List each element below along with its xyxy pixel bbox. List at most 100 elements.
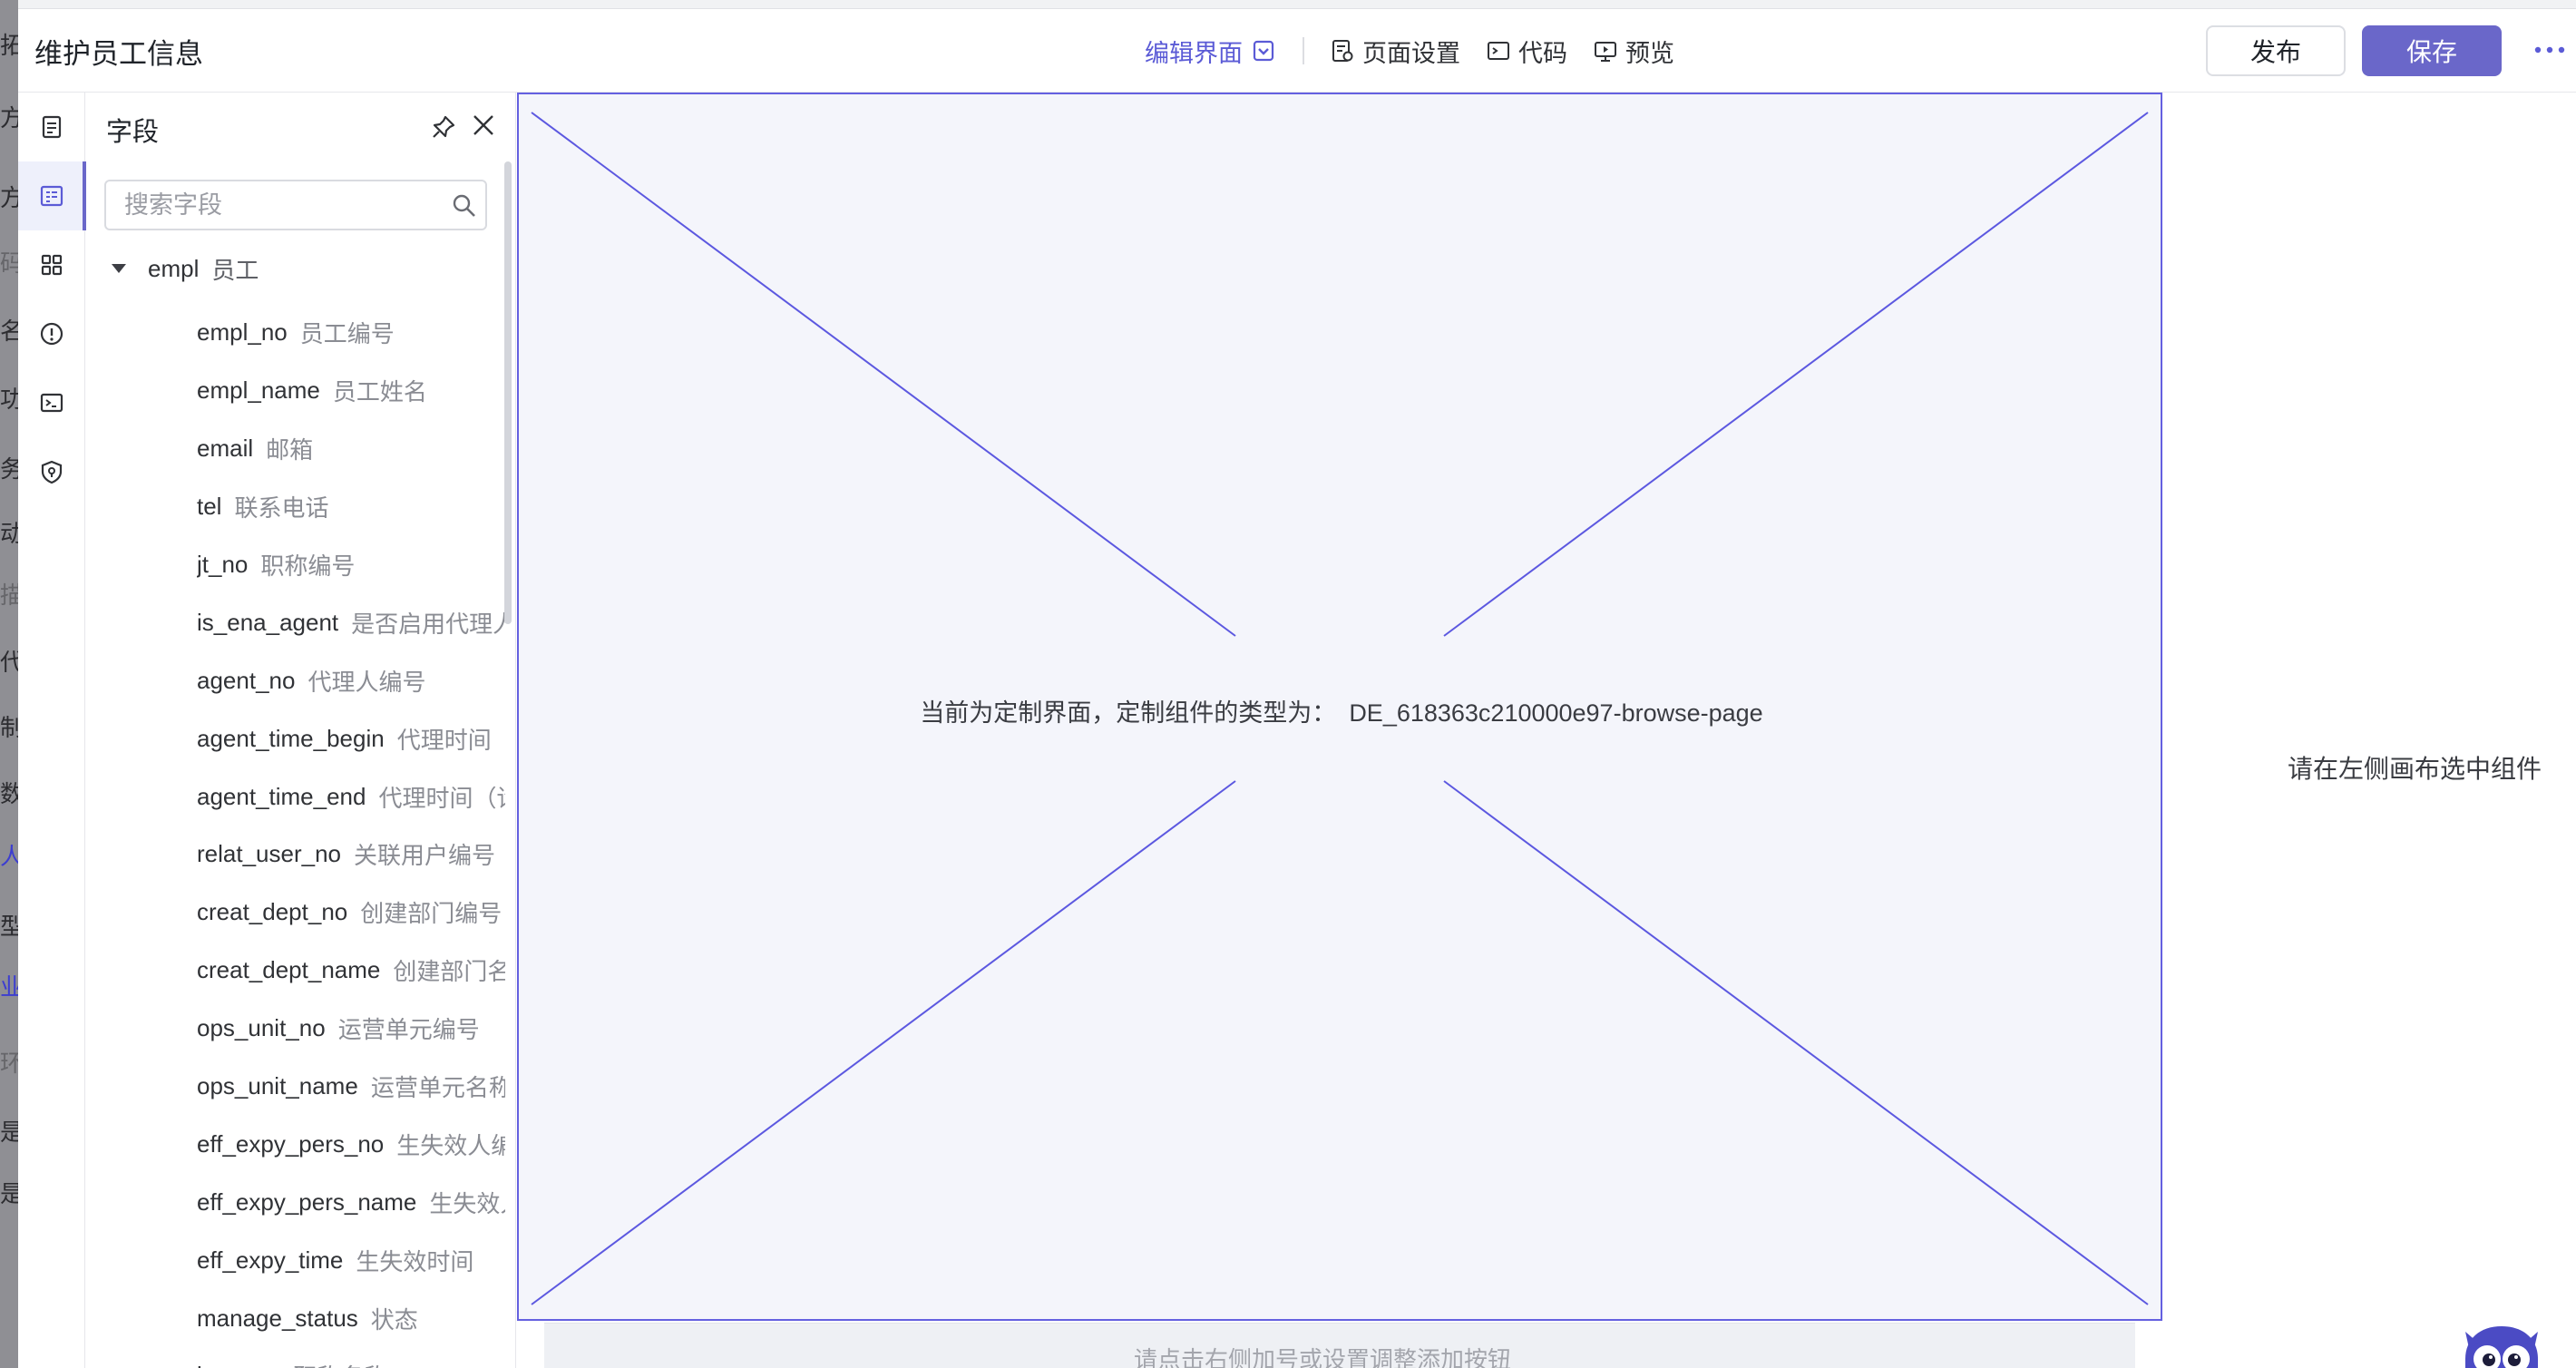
field-item[interactable]: email 邮箱 xyxy=(197,420,505,478)
background-text-fragment: 码 xyxy=(0,249,18,277)
rail-components-button[interactable] xyxy=(18,230,85,299)
field-item[interactable]: empl_name 员工姓名 xyxy=(197,362,505,420)
field-name: eff_expy_pers_no xyxy=(197,1129,385,1158)
background-text-fragment: 是 xyxy=(0,1180,18,1207)
field-name: empl_name xyxy=(197,376,320,405)
field-item[interactable]: tel 联系电话 xyxy=(197,478,505,536)
tab-code-label: 代码 xyxy=(1518,39,1567,67)
search-icon[interactable] xyxy=(451,192,478,220)
tab-preview-label: 预览 xyxy=(1625,39,1674,67)
field-label: 运营单元编号 xyxy=(337,1016,480,1044)
background-text-fragment: 方 xyxy=(0,104,18,132)
tab-preview[interactable]: 预览 xyxy=(1593,34,1674,69)
field-item[interactable]: eff_expy_pers_no 生失效人编 xyxy=(197,1115,505,1173)
field-name: agent_time_end xyxy=(197,782,366,810)
tree-node-name: empl xyxy=(148,254,200,282)
custom-component-type: DE_618363c210000e97-browse-page xyxy=(1349,699,1763,727)
terminal-icon xyxy=(40,393,63,413)
design-canvas: 当前为定制界面，定制组件的类型为： DE_618363c210000e97-bro… xyxy=(517,93,2164,1368)
field-name: ops_unit_name xyxy=(197,1072,358,1100)
background-text-fragment: 代 xyxy=(0,649,18,676)
field-label: 职称编号 xyxy=(260,552,356,580)
field-item[interactable]: jt_name 职称名称 xyxy=(197,1347,505,1368)
field-item[interactable]: ops_unit_no 运营单元编号 xyxy=(197,1000,505,1058)
outline-icon xyxy=(42,115,62,139)
field-item[interactable]: eff_expy_pers_name 生失效人 xyxy=(197,1173,505,1231)
background-text-fragment: 制 xyxy=(0,714,18,741)
pin-panel-button[interactable] xyxy=(427,111,460,143)
background-text-fragment: 是 xyxy=(0,1119,18,1146)
field-label: 创建部门名 xyxy=(393,958,505,986)
components-icon xyxy=(41,254,63,276)
field-name: manage_status xyxy=(197,1304,358,1332)
field-name: email xyxy=(197,435,254,463)
tab-code[interactable]: 代码 xyxy=(1486,34,1567,69)
field-item[interactable]: is_ena_agent 是否启用代理人 xyxy=(197,593,505,651)
background-text-fragment: 动 xyxy=(0,520,18,547)
field-label: 生失效人编 xyxy=(396,1131,505,1159)
field-search-box xyxy=(104,180,487,230)
fields-icon xyxy=(40,185,63,207)
field-name: jt_no xyxy=(197,551,249,578)
save-button[interactable]: 保存 xyxy=(2362,25,2502,76)
field-item[interactable]: relat_user_no 关联用户编号 xyxy=(197,826,505,884)
field-name: tel xyxy=(197,493,222,521)
more-dots-icon xyxy=(2534,46,2565,54)
background-text-fragment: 描 xyxy=(0,581,18,609)
field-item[interactable]: eff_expy_time 生失效时间 xyxy=(197,1231,505,1289)
rail-fields-button[interactable] xyxy=(18,161,86,230)
publish-button[interactable]: 发布 xyxy=(2206,25,2346,76)
field-item[interactable]: empl_no 员工编号 xyxy=(197,304,505,362)
field-item[interactable]: agent_time_end 代理时间（讫 xyxy=(197,767,505,826)
tab-edit-interface-label: 编辑界面 xyxy=(1145,39,1243,67)
field-panel-scrollbar[interactable] xyxy=(504,161,512,624)
field-label: 代理时间（讫 xyxy=(378,784,505,812)
custom-component-placeholder[interactable]: 当前为定制界面，定制组件的类型为： DE_618363c210000e97-bro… xyxy=(517,93,2162,1321)
caret-down-icon[interactable] xyxy=(112,264,126,273)
background-text-fragment: 数 xyxy=(0,780,18,807)
background-text-fragment: 拓 xyxy=(0,32,18,59)
field-label: 代理时间 xyxy=(396,726,492,754)
rail-permission-button[interactable] xyxy=(18,437,85,506)
close-panel-button[interactable] xyxy=(467,109,500,142)
rail-terminal-button[interactable] xyxy=(18,368,85,437)
field-item[interactable]: agent_no 代理人编号 xyxy=(197,651,505,709)
left-icon-rail xyxy=(18,93,86,1368)
field-name: agent_time_begin xyxy=(197,724,385,752)
background-text-fragment: 业 xyxy=(0,973,18,1001)
field-item[interactable]: ops_unit_name 运营单元名称 xyxy=(197,1058,505,1116)
page-settings-icon xyxy=(1332,40,1353,62)
field-item[interactable]: manage_status 状态 xyxy=(197,1289,505,1347)
field-item[interactable]: agent_time_begin 代理时间 xyxy=(197,709,505,767)
field-item[interactable]: jt_no 职称编号 xyxy=(197,536,505,594)
background-text-fragment: 环 xyxy=(0,1050,18,1077)
rail-alert-button[interactable] xyxy=(18,299,85,368)
tree-node-empl[interactable]: empl 员工 xyxy=(112,249,259,288)
close-icon xyxy=(473,115,493,135)
field-label: 联系电话 xyxy=(234,494,329,523)
field-item[interactable]: creat_dept_no 创建部门编号 xyxy=(197,884,505,942)
properties-empty-hint: 请在左侧画布选中组件 xyxy=(2288,755,2542,783)
field-label: 是否启用代理人 xyxy=(351,610,505,638)
assistant-owl-button[interactable] xyxy=(2460,1323,2543,1368)
field-item[interactable]: creat_dept_name 创建部门名 xyxy=(197,942,505,1000)
page-title: 维护员工信息 xyxy=(34,38,203,70)
field-name: eff_expy_time xyxy=(197,1246,344,1274)
tab-page-settings[interactable]: 页面设置 xyxy=(1330,34,1460,69)
field-name: jt_name xyxy=(197,1362,281,1368)
field-name: agent_no xyxy=(197,666,296,694)
background-text-fragment: 功 xyxy=(0,386,18,413)
field-name: is_ena_agent xyxy=(197,608,339,636)
rail-outline-button[interactable] xyxy=(18,93,85,161)
field-name: creat_dept_name xyxy=(197,956,381,984)
tab-edit-interface[interactable]: 编辑界面 xyxy=(1145,34,1275,69)
custom-interface-message: 当前为定制界面，定制组件的类型为： DE_618363c210000e97-bro… xyxy=(519,693,2164,728)
field-search-input[interactable] xyxy=(106,181,433,229)
tab-page-settings-label: 页面设置 xyxy=(1362,39,1460,67)
more-options-button[interactable] xyxy=(2527,27,2572,73)
tree-node-label: 员工 xyxy=(211,256,259,284)
background-page-strip: 拓方方码名功务动描代制数人型业环是是 xyxy=(0,0,18,1368)
field-label: 代理人编号 xyxy=(307,668,426,696)
owl-mascot-icon xyxy=(2465,1326,2538,1368)
field-label: 创建部门编号 xyxy=(360,900,503,928)
